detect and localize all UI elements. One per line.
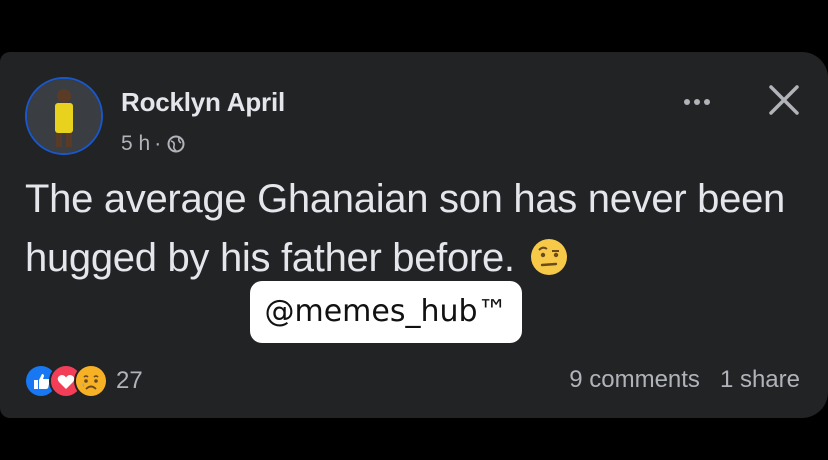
author-avatar[interactable]	[25, 77, 103, 155]
post-text-content: The average Ghanaian son has never been …	[25, 177, 785, 280]
watermark-label: @memes_hub™	[250, 281, 522, 343]
post-stats: 9 comments 1 share	[569, 366, 800, 394]
shares-link[interactable]: 1 share	[720, 366, 800, 394]
post-time[interactable]: 5 h	[121, 132, 150, 156]
close-icon[interactable]	[766, 82, 802, 118]
more-options-icon[interactable]	[677, 90, 717, 114]
globe-icon	[167, 135, 185, 153]
sad-icon	[74, 364, 108, 398]
reaction-count: 27	[116, 367, 143, 394]
comments-link[interactable]: 9 comments	[569, 366, 700, 394]
post-card: Rocklyn April 5 h · The average Ghanaian…	[0, 52, 828, 418]
post-text: The average Ghanaian son has never been …	[25, 170, 795, 288]
meta-separator: ·	[154, 132, 162, 155]
post-meta: 5 h ·	[121, 132, 185, 156]
author-name[interactable]: Rocklyn April	[121, 87, 285, 118]
reactions-summary[interactable]: 27	[24, 364, 143, 398]
raised-eyebrow-emoji-icon	[529, 235, 569, 275]
